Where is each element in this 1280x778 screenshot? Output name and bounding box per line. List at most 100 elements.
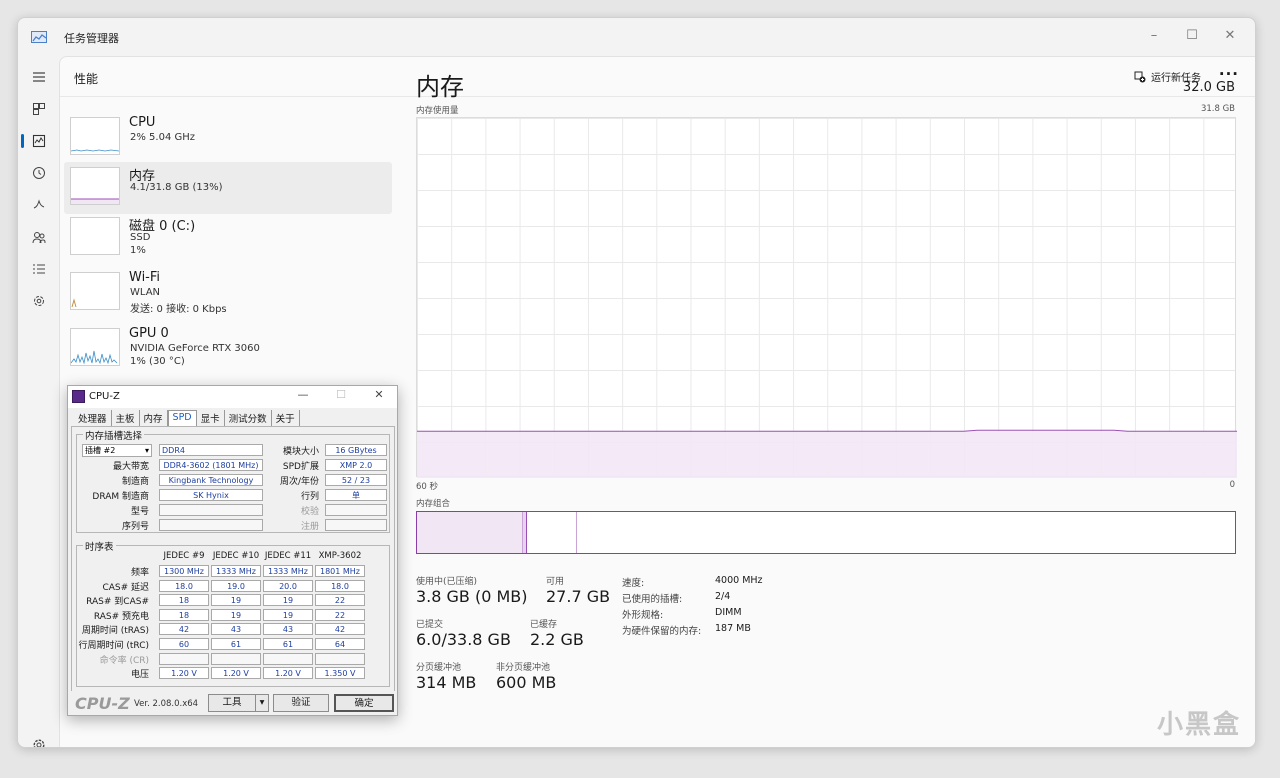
- startup-apps-icon[interactable]: [24, 192, 54, 218]
- processes-icon[interactable]: [24, 96, 54, 122]
- users-icon[interactable]: [24, 224, 54, 250]
- app-history-icon[interactable]: [24, 160, 54, 186]
- memory-usage-plot: [417, 429, 1237, 478]
- timing-cell: 42: [159, 623, 209, 636]
- tab-memory[interactable]: 内存: [140, 410, 168, 426]
- timing-cell: 43: [211, 623, 261, 636]
- registered-label: 注册: [300, 522, 319, 532]
- max-bandwidth-field: DDR4-3602 (1801 MHz): [159, 459, 263, 471]
- spd-ext-field: XMP 2.0: [325, 459, 387, 471]
- device-item-gpu[interactable]: GPU 0 NVIDIA GeForce RTX 3060 1% (30 °C): [64, 323, 392, 375]
- timing-cell: 1801 MHz: [315, 565, 365, 577]
- slots-used-key: 已使用的插槽:: [622, 594, 683, 605]
- timing-cell: 61: [211, 638, 261, 650]
- tab-bench[interactable]: 测试分数: [225, 410, 272, 426]
- settings-gear-icon[interactable]: [24, 732, 54, 747]
- cpuz-title-bar: CPU-Z — ☐ ✕: [68, 386, 397, 408]
- form-factor-value: DIMM: [715, 607, 742, 618]
- tab-processor[interactable]: 处理器: [74, 410, 112, 426]
- available-label: 可用: [546, 577, 565, 587]
- services-icon[interactable]: [24, 288, 54, 314]
- dropdown-arrow-icon: ▾: [144, 446, 149, 455]
- cpuz-close-button[interactable]: ✕: [368, 388, 390, 401]
- manufacturer-label: 制造商: [121, 477, 149, 487]
- ranks-field: 单: [325, 489, 387, 501]
- hamburger-menu-icon[interactable]: [24, 64, 54, 90]
- cached-label: 已缓存: [530, 620, 558, 630]
- spd-ext-label: SPD扩展: [282, 462, 319, 472]
- serial-label: 序列号: [121, 522, 149, 532]
- max-bandwidth-label: 最大带宽: [112, 462, 149, 472]
- cpuz-maximize-button[interactable]: ☐: [330, 388, 352, 401]
- timing-cell: 19: [263, 608, 313, 621]
- device-item-memory[interactable]: 内存 4.1/31.8 GB (13%): [64, 162, 392, 214]
- tools-dropdown-arrow-icon[interactable]: ▾: [255, 694, 269, 712]
- timing-cell: 1333 MHz: [211, 565, 261, 577]
- in-use-label: 使用中(已压缩): [416, 577, 478, 587]
- memory-type-field: DDR4: [159, 444, 263, 456]
- memory-composition-bar: [416, 511, 1236, 554]
- timing-cell: 42: [315, 623, 365, 636]
- memory-usage-graph: [416, 117, 1237, 478]
- tools-button[interactable]: 工具: [208, 694, 256, 712]
- close-button[interactable]: ✕: [1213, 24, 1247, 48]
- timing-table-group: 时序表 JEDEC #9 JEDEC #10 JEDEC #11 XMP-360…: [76, 539, 390, 687]
- week-year-field: 52 / 23: [325, 474, 387, 486]
- device-list: CPU 2% 5.04 GHz 内存 4.1/31.8 GB (13%) 磁盘 …: [60, 109, 392, 394]
- correction-label: 校验: [300, 507, 319, 517]
- performance-icon[interactable]: [21, 128, 54, 154]
- details-icon[interactable]: [24, 256, 54, 282]
- maximize-button[interactable]: ☐: [1175, 24, 1209, 48]
- ok-button[interactable]: 确定: [334, 694, 394, 712]
- memory-composition-label: 内存组合: [416, 499, 451, 509]
- timing-cell: 64: [315, 638, 365, 650]
- slot-selection-group: 内存插槽选择 插槽 #2 ▾ DDR4 模块大小 16 GBytes 最大带宽 …: [76, 428, 390, 533]
- title-bar: 任务管理器 – ☐ ✕: [18, 18, 1255, 56]
- slots-used-value: 2/4: [715, 591, 731, 602]
- device-item-wifi[interactable]: Wi-Fi WLAN 发送: 0 接收: 0 Kbps: [64, 267, 392, 319]
- tab-spd[interactable]: SPD: [167, 410, 197, 426]
- paged-pool-label: 分页缓冲池: [416, 663, 462, 673]
- tab-mainboard[interactable]: 主板: [112, 410, 140, 426]
- tab-about[interactable]: 关于: [272, 410, 300, 426]
- cpuz-minimize-button[interactable]: —: [292, 388, 314, 401]
- timing-cell: 18: [159, 608, 209, 621]
- nav-rail: [18, 56, 59, 747]
- ranks-label: 行列: [300, 492, 319, 502]
- slot-group-title: 内存插槽选择: [83, 428, 145, 442]
- composition-standby: [527, 512, 577, 553]
- slot-select-value: 插槽 #2: [85, 446, 116, 455]
- memory-heading: 内存: [416, 73, 464, 101]
- cached-value: 2.2 GB: [530, 630, 584, 649]
- timing-cell: 43: [263, 623, 313, 636]
- timing-cell: 18.0: [315, 579, 365, 592]
- graph-axis-left: 60 秒: [416, 482, 439, 492]
- cpuz-logo: CPU-Z: [75, 694, 130, 713]
- available-value: 27.7 GB: [546, 587, 611, 606]
- tab-graphics[interactable]: 显卡: [197, 410, 225, 426]
- timing-cell: 19.0: [211, 579, 261, 592]
- week-year-label: 周次/年份: [279, 477, 319, 487]
- timing-row-label: 频率: [130, 568, 149, 578]
- page-header: 性能 运行新任务 ···: [60, 57, 1255, 97]
- timing-col-header: JEDEC #9: [163, 551, 205, 561]
- speed-value: 4000 MHz: [715, 575, 763, 586]
- memory-usage-area: [417, 431, 1237, 478]
- device-sub: NVIDIA GeForce RTX 3060: [130, 343, 260, 354]
- cpu-thumbnail-graph: [70, 117, 120, 155]
- device-item-disk[interactable]: 磁盘 0 (C:) SSD 1%: [64, 212, 392, 264]
- timing-cell: 1.20 V: [263, 667, 313, 680]
- timing-col-header: JEDEC #10: [212, 551, 260, 561]
- slot-select-dropdown[interactable]: 插槽 #2 ▾: [82, 444, 152, 457]
- timing-cell: [159, 652, 209, 665]
- graph-axis-right: 0: [1229, 480, 1235, 490]
- part-number-label: 型号: [130, 507, 149, 517]
- minimize-button[interactable]: –: [1137, 24, 1171, 48]
- timing-cell: 22: [315, 594, 365, 607]
- device-sub: 2% 5.04 GHz: [130, 132, 196, 143]
- timing-cell: 18: [159, 594, 209, 607]
- device-item-cpu[interactable]: CPU 2% 5.04 GHz: [64, 112, 392, 164]
- validate-button[interactable]: 验证: [273, 694, 329, 712]
- timing-cell: 20.0: [263, 579, 313, 592]
- timing-row-label: 行周期时间 (tRC): [78, 641, 149, 651]
